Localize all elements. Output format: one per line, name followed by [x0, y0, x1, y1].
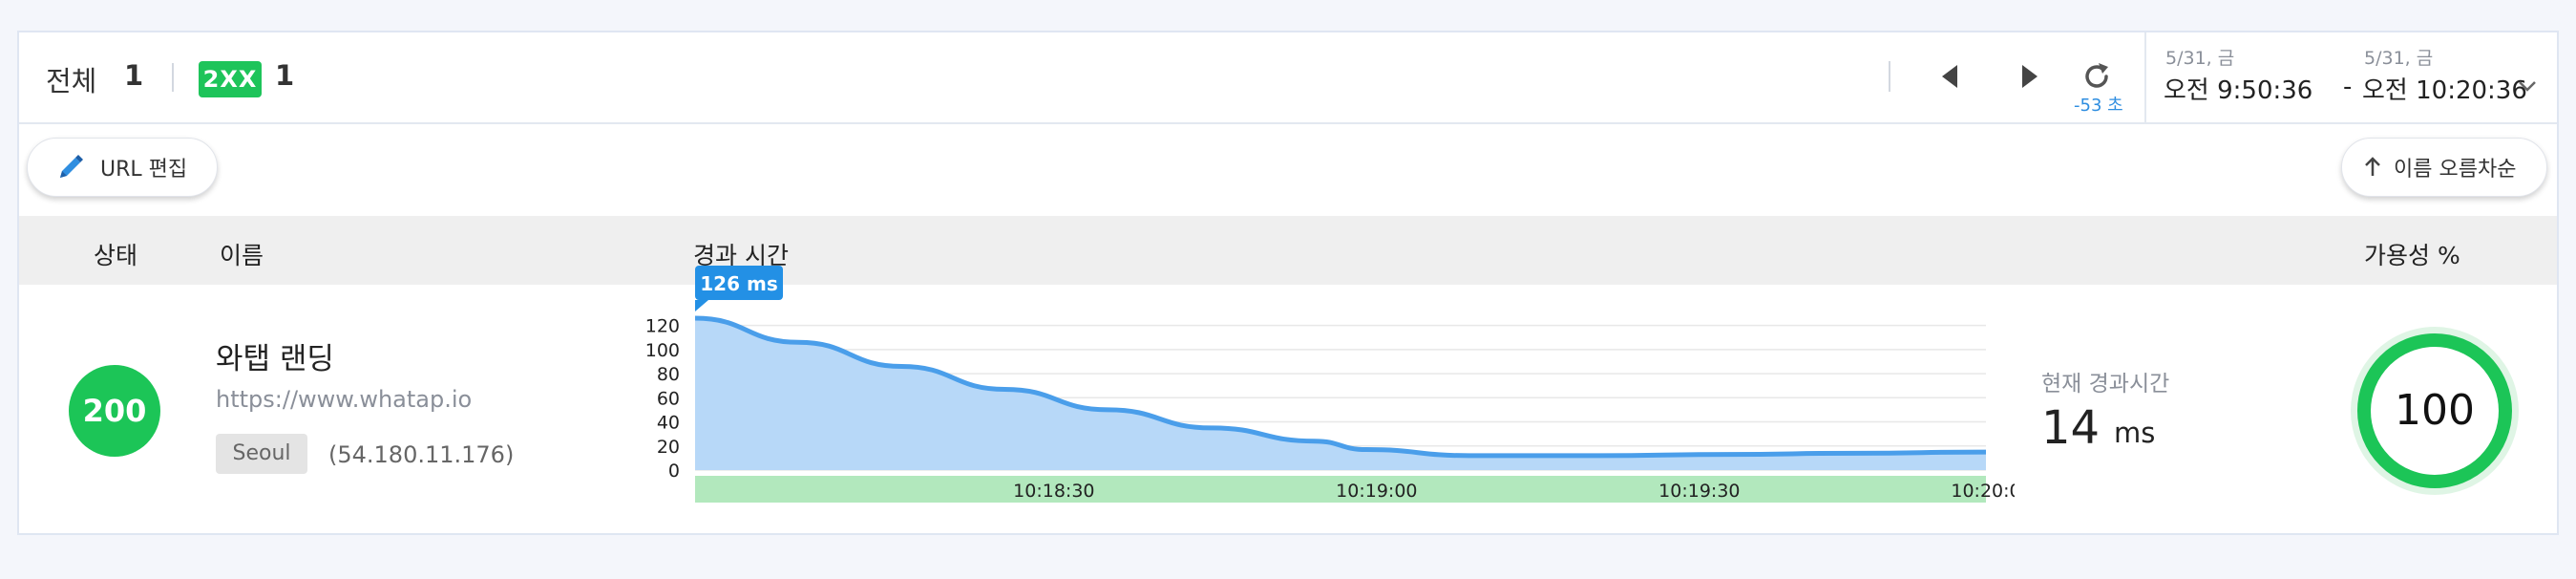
elapsed-time-chart[interactable]: 120 100 80 60 40 20 0 10:18:30 10:19:00 10:19:30 1… — [630, 264, 2015, 512]
x-tick-label: 10:20:0 — [1951, 481, 2015, 502]
monitor-name[interactable]: 와탭 랜딩 — [216, 334, 334, 377]
sort-button[interactable]: 이름 오름차순 — [2341, 138, 2547, 197]
divider — [19, 122, 2557, 124]
arrow-up-icon — [2365, 157, 2380, 176]
chevron-down-icon[interactable] — [2517, 76, 2538, 96]
edit-url-label: URL 편집 — [100, 158, 188, 182]
x-tick-label: 10:19:30 — [1658, 481, 1740, 502]
column-name[interactable]: 이름 — [220, 237, 264, 271]
sort-label: 이름 오름차순 — [2394, 158, 2517, 182]
availability-gauge: 100 — [2351, 327, 2519, 495]
x-tick-label: 10:19:00 — [1336, 481, 1417, 502]
column-availability: 가용성 % — [2364, 242, 2460, 269]
refresh-offset: -53 초 — [2074, 96, 2123, 116]
prev-range-button[interactable] — [1932, 57, 1971, 96]
current-elapsed-value: 14 — [2041, 401, 2101, 455]
range-start-time[interactable]: 오전 9:50:36 — [2164, 71, 2312, 106]
current-elapsed-unit: ms — [2114, 417, 2156, 449]
refresh-button[interactable] — [2078, 57, 2116, 96]
y-tick-label: 120 — [645, 316, 680, 337]
peak-label: 126 ms — [700, 272, 777, 295]
availability-value: 100 — [2395, 386, 2475, 435]
y-tick-label: 80 — [657, 364, 680, 385]
range-separator: - — [2343, 73, 2353, 101]
y-tick-label: 40 — [657, 413, 680, 434]
status-2xx-badge[interactable]: 2XX — [199, 61, 262, 97]
chevron-right-icon — [2022, 65, 2038, 88]
status-code-badge: 200 — [69, 365, 160, 457]
ip-address: (54.180.11.176) — [328, 441, 515, 468]
peak-badge-pointer — [695, 300, 708, 311]
y-tick-label: 20 — [657, 437, 680, 458]
edit-url-button[interactable]: URL 편집 — [27, 138, 218, 197]
total-label: 전체 — [46, 65, 97, 97]
x-tick-label: 10:18:30 — [1013, 481, 1094, 502]
current-elapsed-label: 현재 경과시간 — [2041, 372, 2170, 397]
y-tick-label: 0 — [668, 461, 680, 482]
location-badge: Seoul — [216, 434, 307, 474]
monitor-url[interactable]: https://www.whatap.io — [216, 386, 472, 413]
range-start-date: 5/31, 금 — [2165, 48, 2235, 69]
y-tick-label: 100 — [645, 340, 680, 361]
range-end-date: 5/31, 금 — [2364, 48, 2434, 69]
y-tick-label: 60 — [657, 388, 680, 409]
divider — [172, 63, 174, 92]
total-count: 1 — [124, 59, 144, 92]
chevron-left-icon — [1942, 65, 1957, 88]
refresh-icon — [2085, 63, 2108, 88]
status-2xx-count: 1 — [275, 59, 295, 92]
pencil-icon — [60, 155, 83, 178]
range-end-time[interactable]: 오전 10:20:36 — [2362, 71, 2527, 106]
divider — [1889, 61, 1890, 92]
next-range-button[interactable] — [2009, 57, 2047, 96]
column-status: 상태 — [94, 242, 138, 269]
